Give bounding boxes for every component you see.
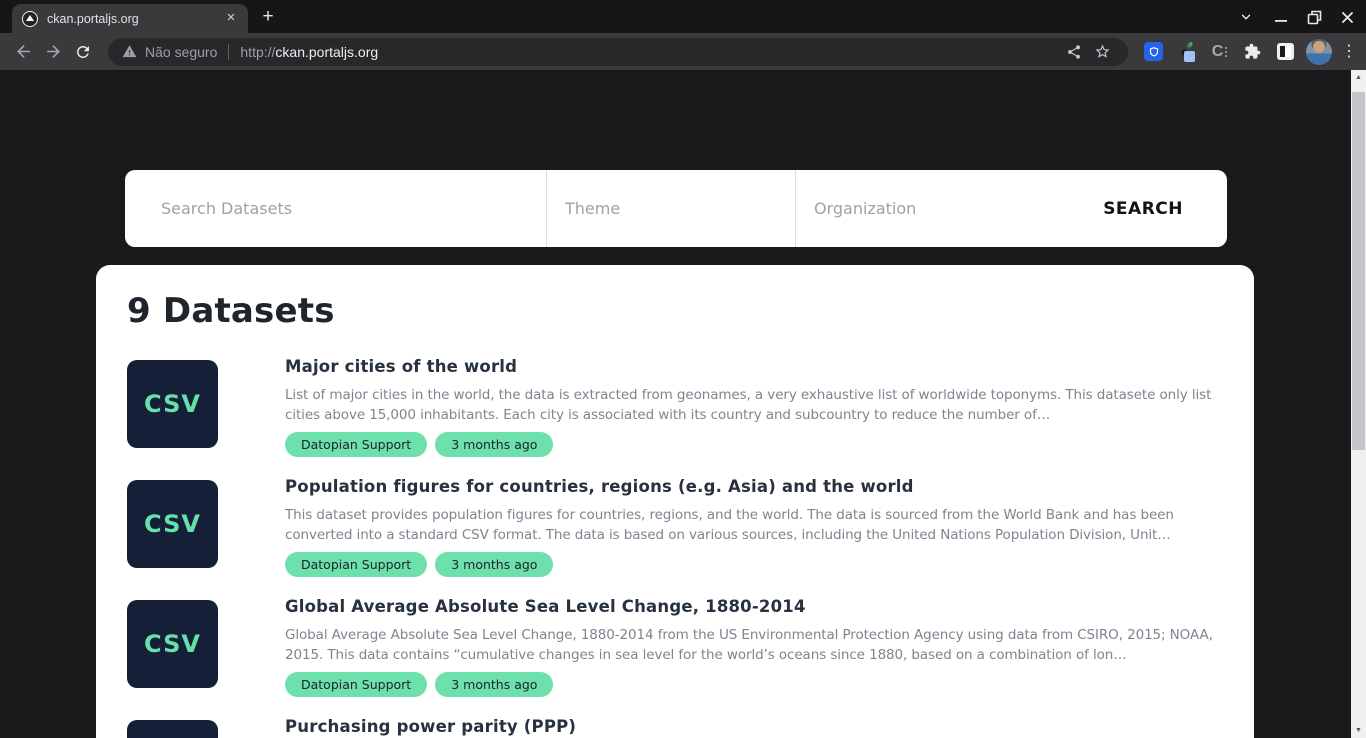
org-badge[interactable]: Datopian Support [285, 672, 427, 697]
org-badge[interactable]: Datopian Support [285, 432, 427, 457]
security-label[interactable]: Não seguro [145, 44, 217, 60]
close-window-button[interactable] [1334, 6, 1360, 28]
scrollbar-thumb[interactable] [1352, 92, 1365, 450]
scroll-up-arrow-icon[interactable]: ▲ [1351, 70, 1366, 85]
org-badge[interactable]: Datopian Support [285, 552, 427, 577]
csv-format-icon: CSV [127, 600, 218, 688]
extensions-area: C ⋮ [1138, 37, 1362, 67]
colorzilla-extension-icon[interactable]: C [1204, 37, 1235, 67]
theme-field [547, 170, 796, 247]
bitwarden-extension-icon[interactable] [1138, 37, 1169, 67]
badges-row: Datopian Support 3 months ago [285, 552, 553, 577]
profile-avatar[interactable] [1303, 37, 1334, 67]
url-scheme: http:// [240, 44, 275, 60]
age-badge: 3 months ago [435, 552, 553, 577]
dataset-body: Global Average Absolute Sea Level Change… [285, 597, 1225, 717]
reload-button[interactable] [68, 37, 98, 67]
csv-format-label: CSV [144, 510, 201, 538]
tab-strip: ckan.portaljs.org × + [0, 0, 1366, 33]
dataset-row: CSV Global Average Absolute Sea Level Ch… [96, 597, 1254, 717]
extensions-puzzle-icon[interactable] [1237, 37, 1268, 67]
search-panel: SEARCH [125, 170, 1227, 247]
minimize-button[interactable] [1268, 6, 1294, 28]
dataset-row: CSV Major cities of the world List of ma… [96, 357, 1254, 477]
csv-format-label: CSV [144, 630, 201, 658]
restore-button[interactable] [1301, 6, 1327, 28]
dataset-body: Purchasing power parity (PPP) [285, 717, 1225, 738]
dataset-title-link[interactable]: Global Average Absolute Sea Level Change… [285, 597, 806, 616]
badges-row: Datopian Support 3 months ago [285, 432, 553, 457]
age-badge: 3 months ago [435, 672, 553, 697]
csv-format-icon: CSV [127, 720, 218, 738]
dataset-description: List of major cities in the world, the d… [285, 385, 1225, 425]
csv-format-icon: CSV [127, 360, 218, 448]
page-scrollbar[interactable]: ▲ ▼ [1351, 70, 1366, 738]
forward-button[interactable] [38, 37, 68, 67]
dataset-list: CSV Major cities of the world List of ma… [96, 357, 1254, 738]
organization-input[interactable] [814, 199, 1045, 218]
address-bar[interactable]: Não seguro http:// ckan.portaljs.org [108, 38, 1128, 66]
new-tab-button[interactable]: + [258, 8, 278, 28]
share-icon[interactable] [1060, 37, 1088, 67]
csv-format-icon: CSV [127, 480, 218, 568]
browser-tab[interactable]: ckan.portaljs.org × [12, 4, 248, 33]
dataset-title-link[interactable]: Purchasing power parity (PPP) [285, 717, 576, 736]
tab-search-chevron-icon[interactable] [1233, 6, 1259, 28]
badges-row: Datopian Support 3 months ago [285, 672, 553, 697]
dataset-title-link[interactable]: Major cities of the world [285, 357, 517, 376]
dark-mode-extension-icon[interactable] [1270, 37, 1301, 67]
results-panel: 9 Datasets CSV Major cities of the world… [96, 265, 1254, 738]
search-datasets-field [125, 170, 547, 247]
results-count-heading: 9 Datasets [127, 291, 335, 331]
search-datasets-input[interactable] [161, 199, 546, 218]
site-favicon-icon [22, 11, 38, 27]
dataset-row: CSV Purchasing power parity (PPP) [96, 717, 1254, 738]
dataset-description: This dataset provides population figures… [285, 505, 1225, 545]
dataset-row: CSV Population figures for countries, re… [96, 477, 1254, 597]
browser-window: ckan.portaljs.org × + [0, 0, 1366, 738]
dataset-body: Population figures for countries, region… [285, 477, 1225, 597]
dataset-body: Major cities of the world List of major … [285, 357, 1225, 477]
url-host: ckan.portaljs.org [275, 44, 378, 60]
dataset-description: Global Average Absolute Sea Level Change… [285, 625, 1225, 665]
browser-toolbar: Não seguro http:// ckan.portaljs.org C [0, 33, 1366, 70]
age-badge: 3 months ago [435, 432, 553, 457]
url-separator [228, 44, 229, 60]
scroll-down-arrow-icon[interactable]: ▼ [1351, 723, 1366, 738]
organization-field [796, 170, 1045, 247]
theme-input[interactable] [565, 199, 795, 218]
eyedropper-extension-icon[interactable] [1171, 37, 1202, 67]
not-secure-warning-icon [122, 44, 137, 59]
back-button[interactable] [8, 37, 38, 67]
csv-format-label: CSV [144, 390, 201, 418]
tab-close-icon[interactable]: × [222, 10, 240, 28]
dataset-title-link[interactable]: Population figures for countries, region… [285, 477, 914, 496]
browser-menu-kebab-icon[interactable]: ⋮ [1336, 37, 1362, 67]
bookmark-star-icon[interactable] [1088, 37, 1116, 67]
page-content: SEARCH 9 Datasets CSV Major cities of th… [0, 70, 1366, 738]
tab-title: ckan.portaljs.org [47, 12, 222, 26]
search-button[interactable]: SEARCH [1103, 170, 1183, 247]
